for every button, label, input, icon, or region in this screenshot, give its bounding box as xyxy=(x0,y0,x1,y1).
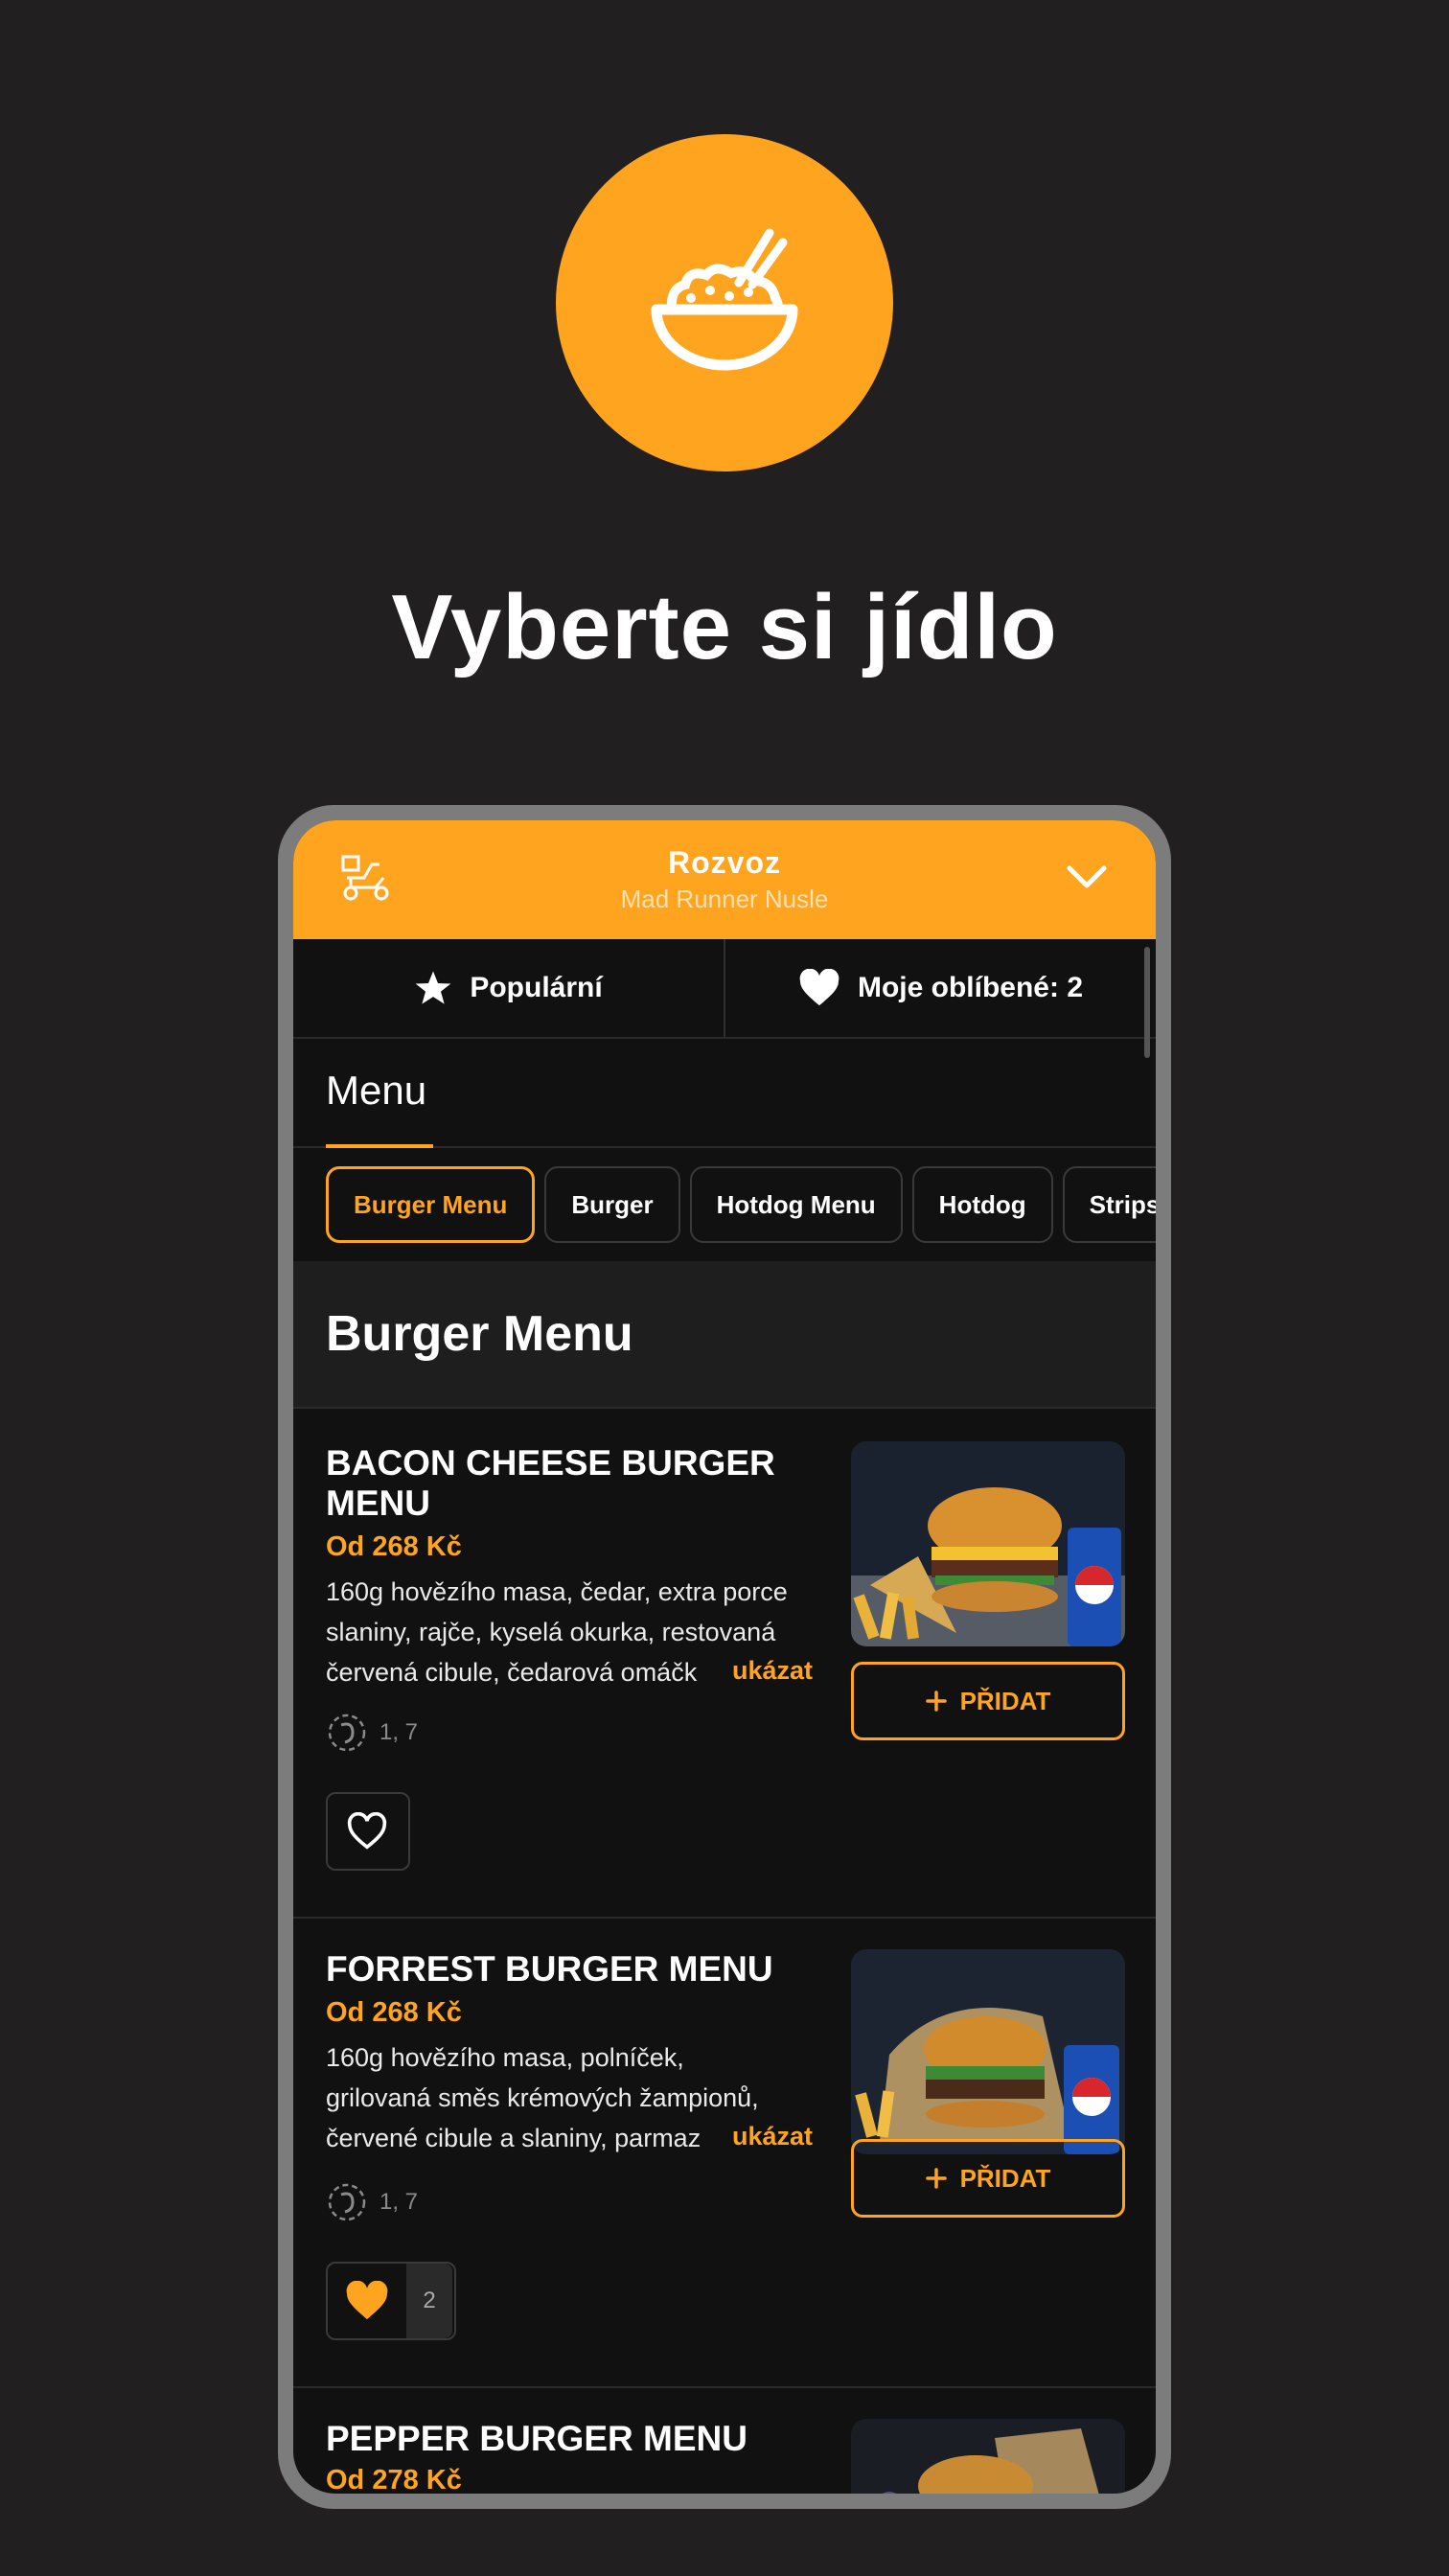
allergens: 1, 7 xyxy=(326,2181,418,2223)
tab-menu[interactable]: Menu xyxy=(326,1068,426,1114)
tab-favorites[interactable]: Moje oblíbené: 2 xyxy=(724,939,1156,1037)
chevron-down-icon[interactable] xyxy=(1066,862,1108,891)
restaurant-name: Mad Runner Nusle xyxy=(620,885,829,913)
favorite-button[interactable]: 2 xyxy=(326,2262,456,2340)
rice-bowl-icon xyxy=(651,228,798,371)
phone-frame: Rozvoz Mad Runner Nusle Populární Moje o… xyxy=(278,805,1171,2509)
allergen-codes: 1, 7 xyxy=(380,2189,419,2215)
plus-icon xyxy=(925,2168,947,2189)
category-chip-burger-menu[interactable]: Burger Menu xyxy=(326,1166,536,1243)
star-icon xyxy=(415,971,451,1004)
add-to-cart-label: PŘIDAT xyxy=(959,2163,1051,2193)
menu-item[interactable]: FORREST BURGER MENU Od 268 Kč 160g hověz… xyxy=(293,1919,1156,2388)
category-chips: Burger Menu Burger Hotdog Menu Hotdog St… xyxy=(293,1148,1156,1261)
add-to-cart-button[interactable]: PŘIDAT xyxy=(851,2139,1125,2218)
favorite-count: 2 xyxy=(406,2264,452,2338)
allergens: 1, 7 xyxy=(326,1712,418,1754)
tab-popular[interactable]: Populární xyxy=(293,939,724,1037)
item-name: FORREST BURGER MENU xyxy=(326,1949,773,1989)
plus-icon xyxy=(925,1690,947,1712)
item-name: PEPPER BURGER MENU xyxy=(326,2419,748,2458)
tab-menu-indicator xyxy=(326,1144,433,1148)
item-price: Od 268 Kč xyxy=(326,1997,462,2028)
order-mode-title: Rozvoz xyxy=(668,845,781,880)
tab-popular-label: Populární xyxy=(470,972,603,1003)
item-price: Od 278 Kč xyxy=(326,2465,462,2494)
add-to-cart-label: PŘIDAT xyxy=(959,1686,1051,1715)
heart-filled-icon xyxy=(346,2281,388,2320)
show-more-link[interactable]: ukázat xyxy=(732,2122,813,2151)
item-photo xyxy=(851,1949,1125,2154)
allergen-codes: 1, 7 xyxy=(380,1719,419,1745)
show-more-link[interactable]: ukázat xyxy=(732,1656,813,1686)
heart-icon xyxy=(799,969,840,1006)
hero-title: Vyberte si jídlo xyxy=(391,576,1058,678)
section-title: Burger Menu xyxy=(293,1261,1156,1409)
hero-logo-circle xyxy=(556,134,893,472)
allergen-icon xyxy=(328,2183,366,2221)
quick-tabs: Populární Moje oblíbené: 2 xyxy=(293,939,1156,1058)
menu-item[interactable]: PEPPER BURGER MENU Od 278 Kč xyxy=(293,2388,1156,2494)
item-photo xyxy=(851,2419,1125,2494)
delivery-header[interactable]: Rozvoz Mad Runner Nusle xyxy=(293,820,1156,939)
app-screen: Rozvoz Mad Runner Nusle Populární Moje o… xyxy=(293,820,1156,2494)
category-chip-strips[interactable]: Strips B xyxy=(1062,1166,1156,1243)
allergen-icon xyxy=(328,1714,366,1752)
item-name: BACON CHEESE BURGER MENU xyxy=(326,1443,775,1523)
category-chip-hotdog[interactable]: Hotdog xyxy=(911,1166,1053,1243)
category-chip-burger[interactable]: Burger xyxy=(544,1166,680,1243)
menu-item[interactable]: BACON CHEESE BURGER MENU Od 268 Kč 160g … xyxy=(293,1409,1156,1919)
favorite-button[interactable] xyxy=(326,1792,410,1871)
add-to-cart-button[interactable]: PŘIDAT xyxy=(851,1662,1125,1740)
menu-tab-header: Menu xyxy=(293,1039,1156,1148)
item-price: Od 268 Kč xyxy=(326,1531,462,1562)
tab-favorites-label: Moje oblíbené: 2 xyxy=(857,972,1084,1003)
category-chip-hotdog-menu[interactable]: Hotdog Menu xyxy=(689,1166,903,1243)
item-photo xyxy=(851,1441,1125,1646)
heart-outline-icon xyxy=(347,1812,387,1850)
